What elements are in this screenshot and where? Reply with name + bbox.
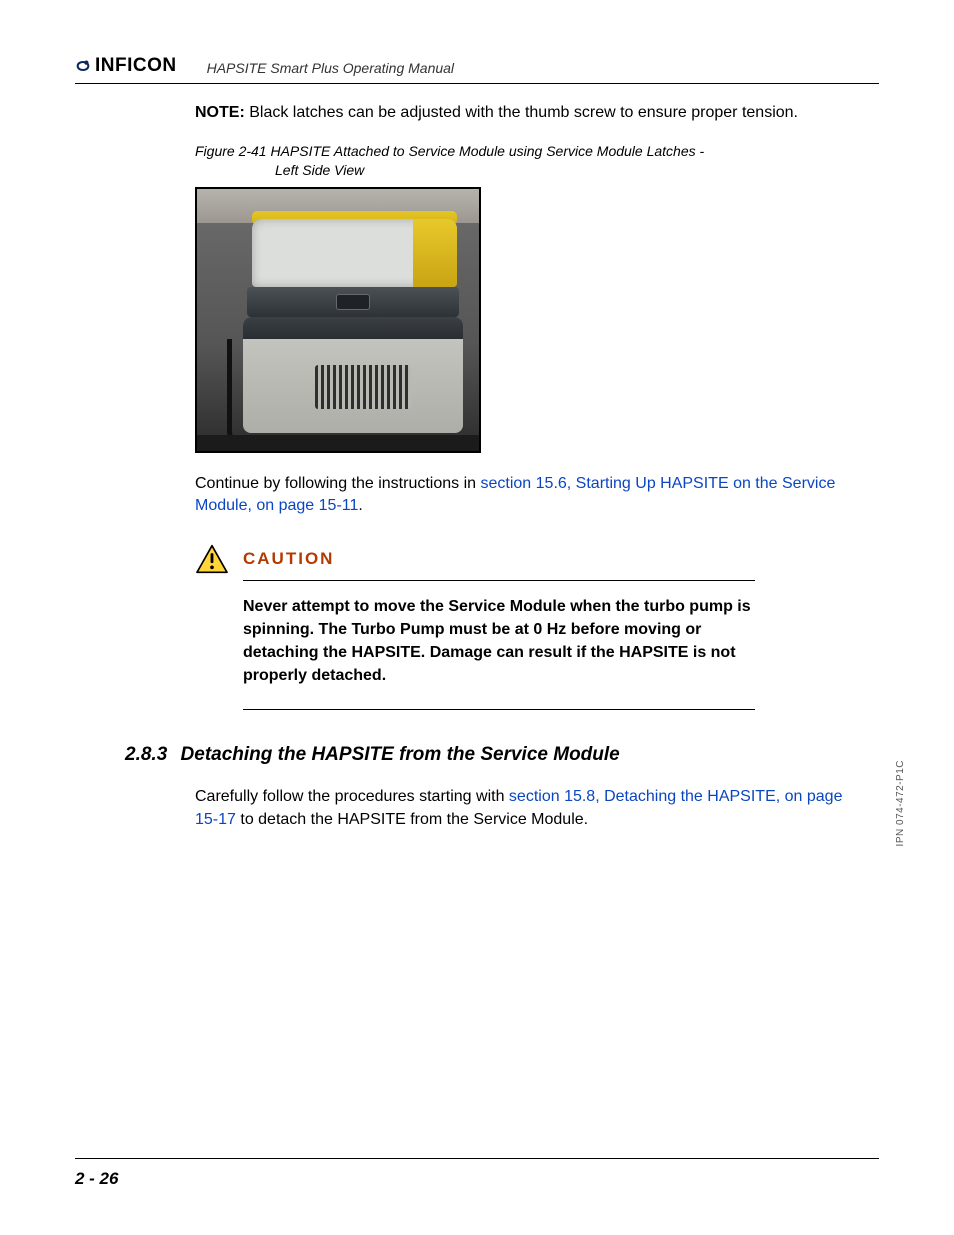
note-text: Black latches can be adjusted with the t…: [249, 104, 798, 121]
note-paragraph: NOTE: Black latches can be adjusted with…: [195, 102, 849, 124]
warning-icon: [195, 544, 229, 574]
page-number: 2 - 26: [75, 1169, 118, 1188]
divider: [243, 580, 755, 581]
section-number: 2.8.3: [125, 744, 167, 765]
figure-caption: Figure 2-41 HAPSITE Attached to Service …: [195, 142, 849, 181]
page-footer: 2 - 26: [75, 1158, 879, 1189]
continue-prefix: Continue by following the instructions i…: [195, 475, 481, 492]
document-title: HAPSITE Smart Plus Operating Manual: [207, 60, 454, 76]
figure-image: [195, 187, 481, 453]
caution-block: CAUTION Never attempt to move the Servic…: [195, 544, 755, 711]
section-title: Detaching the HAPSITE from the Service M…: [181, 744, 620, 765]
caution-label: CAUTION: [243, 549, 334, 569]
section-body-prefix: Carefully follow the procedures starting…: [195, 788, 509, 805]
figure-caption-line2: Left Side View: [275, 161, 849, 181]
brand-text: INFICON: [95, 55, 177, 77]
brand-logo: INFICON: [75, 55, 177, 77]
divider: [243, 709, 755, 710]
figure-caption-line1: Figure 2-41 HAPSITE Attached to Service …: [195, 143, 704, 159]
continue-suffix: .: [358, 497, 362, 514]
continue-paragraph: Continue by following the instructions i…: [195, 473, 849, 518]
section-body-suffix: to detach the HAPSITE from the Service M…: [236, 811, 588, 828]
inficon-icon: [75, 57, 91, 75]
caution-text: Never attempt to move the Service Module…: [243, 595, 755, 688]
section-heading: 2.8.3 Detaching the HAPSITE from the Ser…: [125, 744, 849, 766]
page-header: INFICON HAPSITE Smart Plus Operating Man…: [75, 55, 879, 84]
side-code: IPN 074-472-P1C: [895, 760, 906, 846]
section-body: Carefully follow the procedures starting…: [195, 786, 849, 831]
note-label: NOTE:: [195, 104, 245, 121]
